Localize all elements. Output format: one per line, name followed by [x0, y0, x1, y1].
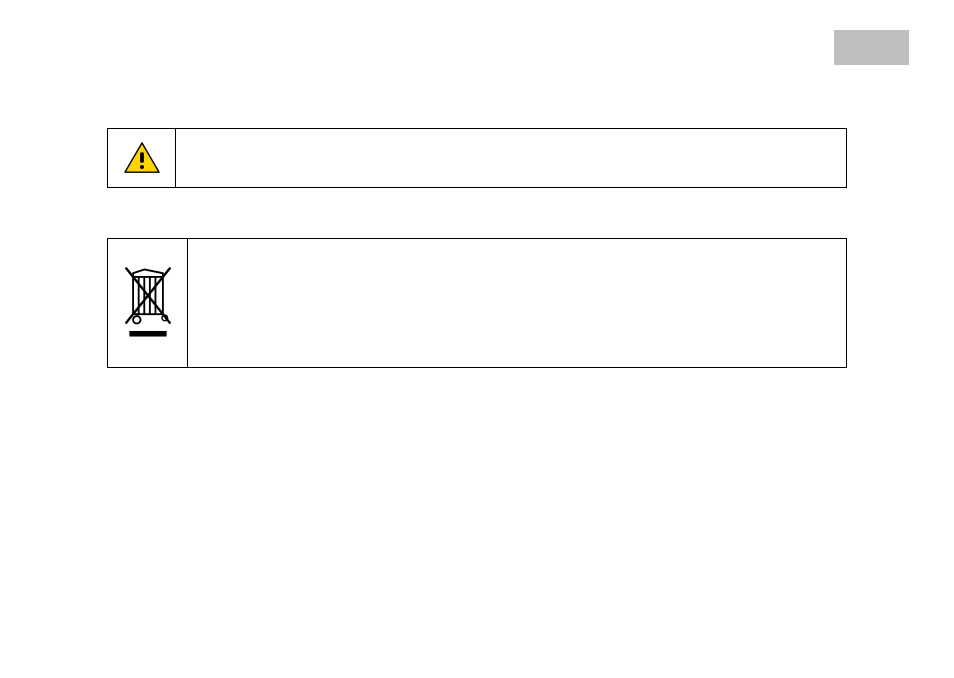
- page-tab: [834, 30, 909, 65]
- weee-icon-cell: [108, 239, 188, 367]
- warning-text: [176, 129, 846, 187]
- weee-box: [107, 238, 847, 368]
- warning-box: [107, 128, 847, 188]
- weee-text: [188, 239, 846, 367]
- warning-icon-cell: [108, 129, 176, 187]
- content-area: [107, 128, 847, 418]
- weee-bin-icon: [120, 262, 176, 344]
- warning-triangle-icon: [123, 141, 161, 175]
